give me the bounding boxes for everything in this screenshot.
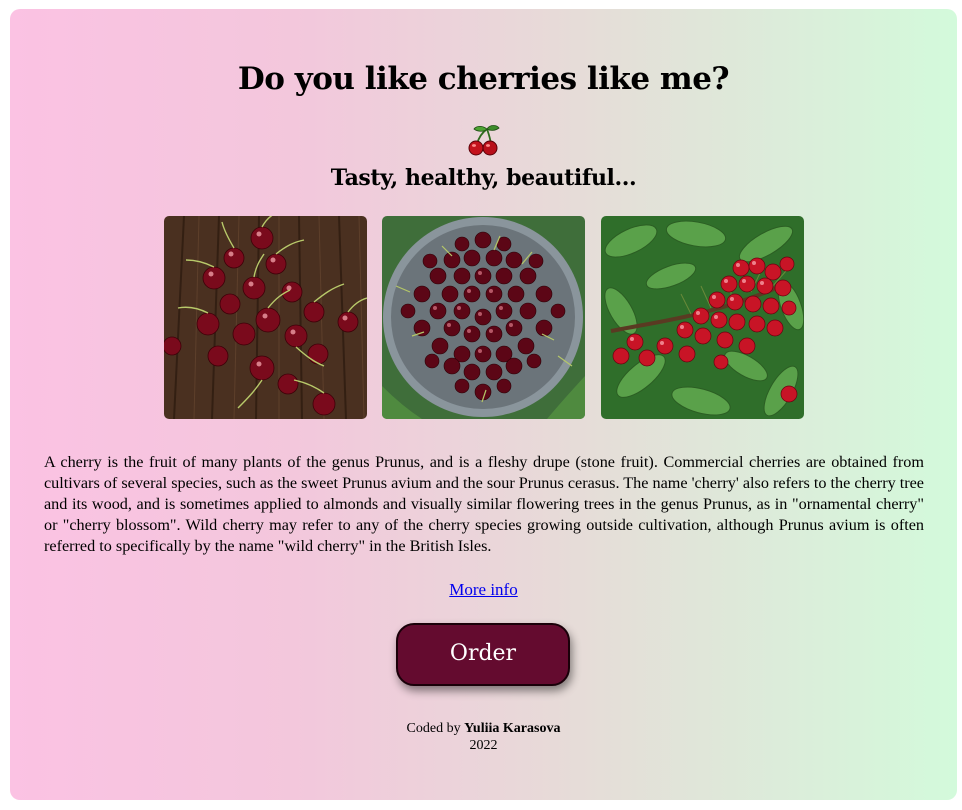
cherry-description: A cherry is the fruit of many plants of … (44, 453, 924, 555)
more-info-container: More info (10, 580, 957, 600)
page-title: Do you like cherries like me? (237, 61, 730, 97)
main-card: Do you like cherries like me? Tasty, hea… (10, 9, 957, 800)
cherries-icon (466, 123, 500, 157)
order-button[interactable]: Order (396, 623, 570, 686)
footer-credit: Coded by Yuliia Karasova (10, 720, 957, 737)
footer-year: 2022 (469, 738, 498, 753)
more-info-link[interactable]: More info (449, 580, 517, 599)
footer-author: Yuliia Karasova (464, 721, 561, 736)
footer-prefix: Coded by (406, 721, 461, 736)
page-subtitle: Tasty, healthy, beautiful... (330, 165, 637, 191)
photo-cherries-on-tree (601, 216, 804, 419)
photo-cherries-in-bowl (382, 216, 585, 419)
photo-cherries-on-wooden-table (164, 216, 367, 419)
footer: Coded by Yuliia Karasova 2022 (10, 720, 957, 754)
